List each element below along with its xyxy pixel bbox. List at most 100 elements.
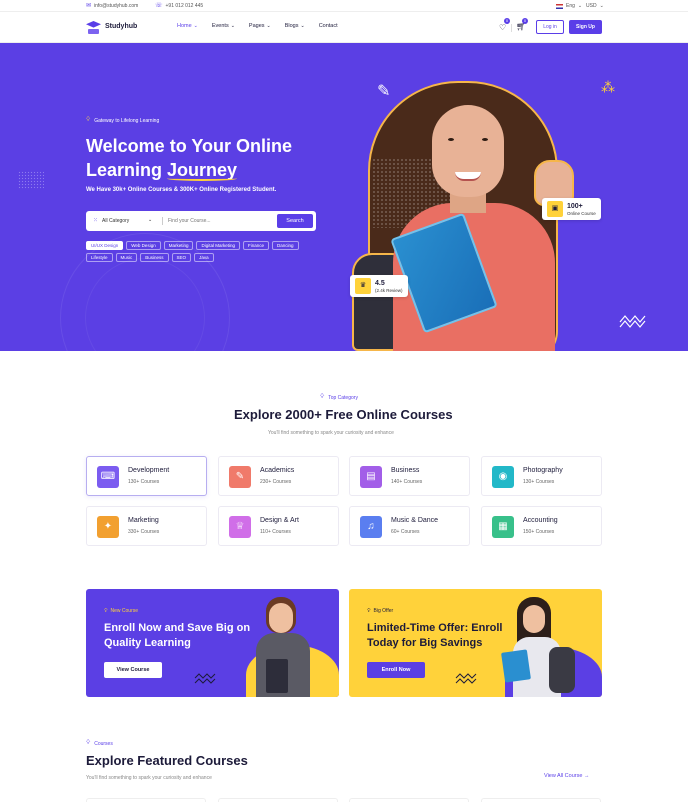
signup-button[interactable]: Sign Up <box>569 20 602 34</box>
popular-tags: UI/UX Design Web Design Marketing Digita… <box>86 241 316 262</box>
chevron-down-icon[interactable]: ⌄ <box>148 217 152 223</box>
promo-eyebrow: 💡︎ New Course <box>104 608 138 614</box>
email-contact[interactable]: ✉ info@studyhub.com <box>86 3 138 9</box>
category-card-academics[interactable]: ✎ Academics 230+ Courses <box>218 456 339 496</box>
category-name: Business <box>391 467 420 474</box>
view-course-button[interactable]: View Course <box>104 662 162 678</box>
tag-finance[interactable]: Finance <box>242 241 269 250</box>
tag-lifestyle[interactable]: Lifestyle <box>86 253 113 262</box>
currency-select[interactable]: USD ⌄ <box>586 3 604 9</box>
phone-contact[interactable]: ☏ +91 012 012 445 <box>155 3 203 9</box>
course-card-stub <box>481 798 601 802</box>
view-all-label: View All Course <box>544 773 583 779</box>
main-navbar: Studyhub Home ⌄ Events ⌄ Pages ⌄ Blogs ⌄ Con… <box>0 12 688 43</box>
login-button[interactable]: Log in <box>536 20 564 34</box>
marketing-icon: ✦ <box>97 516 119 538</box>
hero-title-line2: Learning <box>86 160 168 180</box>
category-name: Academics <box>260 467 295 474</box>
arrow-right-icon: → <box>583 773 590 779</box>
business-icon: ▤ <box>360 466 382 488</box>
category-card-photography[interactable]: ◉ Photography 130+ Courses <box>481 456 602 496</box>
stat-text: Online Course <box>567 210 596 216</box>
featured-eyebrow: 💡︎ Courses <box>86 740 113 747</box>
camera-icon: ◉ <box>492 466 514 488</box>
category-title: Explore 2000+ Free Online Courses <box>234 407 453 422</box>
nav-item-blogs[interactable]: Blogs ⌄ <box>285 23 305 29</box>
nav-label: Contact <box>318 23 338 29</box>
category-eyebrow-text: Top Category <box>328 394 358 401</box>
stat-number: 4.5 <box>375 279 385 287</box>
dots-cluster-icon: ⁂ <box>601 79 615 95</box>
hero-eyebrow: 💡︎ Gateway to Lifelong Learning <box>86 117 159 124</box>
zigzag-icon <box>619 315 646 328</box>
currency-label: USD <box>586 3 597 9</box>
category-count: 330+ Courses <box>128 529 160 535</box>
lightbulb-icon: 💡︎ <box>367 608 371 614</box>
heart-icon[interactable]: ♡ <box>499 23 506 32</box>
category-count: 60+ Courses <box>391 529 420 535</box>
stat-text: (2.4k Review) <box>375 287 403 293</box>
book-doodle-icon: ✎ <box>377 83 391 100</box>
category-card-music-dance[interactable]: ♫ Music & Dance 60+ Courses <box>349 506 470 546</box>
lightbulb-icon: 💡︎ <box>104 608 108 614</box>
course-search-bar: ⁙ All Category ⌄ Search <box>86 211 316 231</box>
tag-business[interactable]: Business <box>140 253 169 262</box>
category-subtitle: You'll find something to spark your curi… <box>268 430 394 436</box>
girl-face-shape <box>523 605 545 633</box>
category-name: Design & Art <box>260 517 299 524</box>
chevron-down-icon: ⌄ <box>577 3 583 9</box>
brand-name: Studyhub <box>105 23 138 30</box>
tag-digital-marketing[interactable]: Digital Marketing <box>196 241 240 250</box>
enroll-now-button[interactable]: Enroll Now <box>367 662 425 678</box>
face-shape <box>432 105 504 197</box>
eye-shape <box>448 138 454 141</box>
nav-item-home[interactable]: Home ⌄ <box>177 23 198 29</box>
promo-card-big-offer: 💡︎ Big Offer Limited-Time Offer: Enroll … <box>349 589 602 697</box>
tag-seo[interactable]: SEO <box>171 253 192 262</box>
category-card-design-art[interactable]: ♕ Design & Art 110+ Courses <box>218 506 339 546</box>
search-divider <box>162 217 163 225</box>
category-name: Accounting <box>523 517 558 524</box>
girl-backpack-shape <box>549 647 575 693</box>
category-name: Photography <box>523 467 563 474</box>
featured-title: Explore Featured Courses <box>86 753 248 768</box>
nav-item-contact[interactable]: Contact <box>319 23 338 29</box>
category-count: 150+ Courses <box>523 529 555 535</box>
design-icon: ♕ <box>229 516 251 538</box>
nav-label: Pages <box>248 23 265 29</box>
us-flag-icon <box>556 3 563 9</box>
tag-ui-ux-design[interactable]: UI/UX Design <box>86 241 124 250</box>
category-card-development[interactable]: ⌨ Development 130+ Courses <box>86 456 207 496</box>
category-count: 130+ Courses <box>523 479 555 485</box>
cart-badge: 0 <box>522 18 528 24</box>
nav-menu: Home ⌄ Events ⌄ Pages ⌄ Blogs ⌄ Contact <box>177 23 352 29</box>
nav-item-pages[interactable]: Pages ⌄ <box>249 23 271 29</box>
category-card-marketing[interactable]: ✦ Marketing 330+ Courses <box>86 506 207 546</box>
category-dropdown[interactable]: All Category <box>102 218 129 224</box>
promo-title: Enroll Now and Save Big on Quality Learn… <box>104 622 251 649</box>
course-card-stub <box>349 798 469 802</box>
chevron-down-icon: ⌄ <box>230 23 235 29</box>
tag-web-design[interactable]: Web Design <box>126 241 161 250</box>
course-search-input[interactable] <box>168 215 273 227</box>
category-name: Music & Dance <box>391 517 439 524</box>
tag-marketing[interactable]: Marketing <box>163 241 194 250</box>
phone-icon: ☏ <box>155 3 163 9</box>
tag-dancing[interactable]: Dancing <box>272 241 299 250</box>
search-button[interactable]: Search <box>277 214 313 228</box>
chevron-down-icon: ⌄ <box>193 23 198 29</box>
tag-java[interactable]: Java <box>194 253 214 262</box>
lightbulb-icon: 💡︎ <box>320 394 325 400</box>
view-all-course-link[interactable]: View All Course → <box>544 773 589 779</box>
category-card-accounting[interactable]: ▦ Accounting 150+ Courses <box>481 506 602 546</box>
chevron-down-icon: ⌄ <box>266 23 271 29</box>
nav-item-events[interactable]: Events ⌄ <box>212 23 235 29</box>
category-card-business[interactable]: ▤ Business 140+ Courses <box>349 456 470 496</box>
language-select[interactable]: Eng ⌄ <box>556 3 582 9</box>
hero-subtitle: We Have 30k+ Online Courses & 300K+ Onli… <box>86 187 277 193</box>
hero-title-highlight: Journey <box>167 160 238 180</box>
tag-music[interactable]: Music <box>115 253 138 262</box>
featured-subtitle: You'll find something to spark your curi… <box>86 775 212 781</box>
category-count: 130+ Courses <box>128 479 160 485</box>
lightbulb-icon: 💡︎ <box>86 740 91 746</box>
